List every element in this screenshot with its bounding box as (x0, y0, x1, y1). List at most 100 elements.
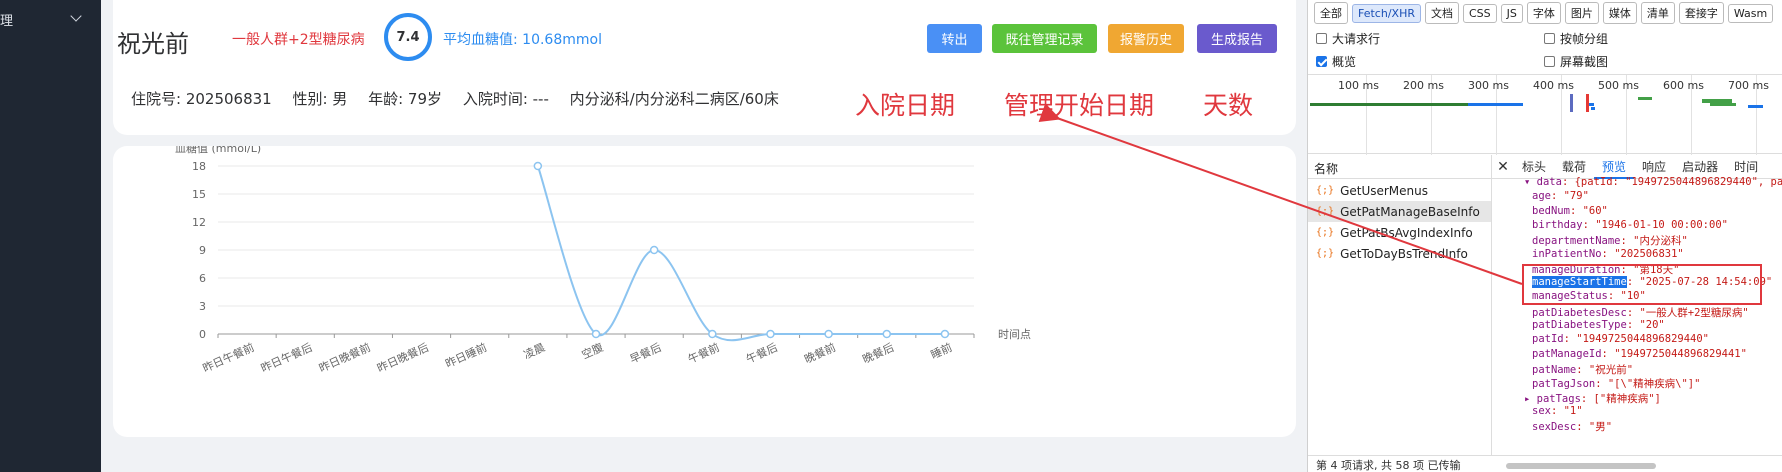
group-by-frame-checkbox[interactable] (1544, 33, 1555, 44)
preview-property[interactable]: patDiabetesDesc: "一般人群+2型糖尿病" (1532, 305, 1749, 320)
property-key: patName (1532, 363, 1577, 376)
timeline-bar (1310, 103, 1468, 106)
property-value: : "60" (1569, 204, 1608, 217)
preview-property[interactable]: inPatientNo: "202506831" (1532, 248, 1684, 260)
horizontal-scrollbar[interactable] (1506, 463, 1656, 469)
detail-tab[interactable]: 标头 (1514, 155, 1554, 179)
alarm-history-button[interactable]: 报警历史 (1108, 24, 1184, 53)
gender: 性别: 男 (292, 90, 348, 108)
option-overview[interactable]: 概览 (1316, 53, 1356, 70)
timeline-label: 400 ms (1533, 79, 1574, 92)
property-value: : "1949725044896829441" (1601, 347, 1747, 360)
series-line (536, 165, 945, 342)
large-rows-label: 大请求行 (1332, 32, 1381, 46)
property-value: : "79" (1550, 190, 1589, 203)
filter-chip[interactable]: 文档 (1424, 2, 1459, 24)
option-large-rows[interactable]: 大请求行 (1316, 30, 1380, 47)
property-key: patDiabetesType (1532, 319, 1627, 331)
request-item[interactable]: {;} GetPatManageBaseInfo (1308, 201, 1491, 222)
data-point (708, 329, 717, 339)
patient-tag: 一般人群+2型糖尿病 (232, 32, 365, 48)
filter-chip[interactable]: 套接字 (1678, 2, 1724, 24)
sidebar-menu-text[interactable]: 理 (0, 10, 13, 29)
option-screenshots[interactable]: 屏幕截图 (1544, 53, 1608, 70)
patient-name: 祝光前 (117, 30, 189, 58)
close-icon[interactable]: ✕ (1492, 159, 1514, 175)
transfer-button[interactable]: 转出 (927, 24, 982, 53)
preview-property[interactable]: patTagJson: "[\"精神疾病\"]" (1532, 376, 1700, 391)
preview-property[interactable]: bedNum: "60" (1532, 205, 1608, 217)
detail-tab[interactable]: 启动器 (1674, 155, 1726, 179)
preview-property[interactable]: birthday: "1946-01-10 00:00:00" (1532, 219, 1728, 231)
detail-tab[interactable]: 预览 (1594, 155, 1635, 179)
data-point (824, 329, 833, 339)
filter-bar: 全部 Fetch/XHR 文档 CSS JS 字体 图片 媒体 清单 套接字 Wasm (1308, 0, 1782, 26)
detail-tab[interactable]: 响应 (1634, 155, 1674, 179)
devtools-panel: 全部 Fetch/XHR 文档 CSS JS 字体 图片 媒体 清单 套接字 Wasm 大请求行 按… (1307, 0, 1782, 472)
filter-chip[interactable]: 全部 (1314, 2, 1348, 24)
preview-property[interactable]: sex: "1" (1532, 405, 1583, 417)
timeline-label: 100 ms (1338, 79, 1379, 92)
age: 年龄: 79岁 (368, 90, 443, 108)
preview-property[interactable]: patDiabetesType: "20" (1532, 319, 1665, 331)
y-tick-label: 9 (199, 244, 206, 257)
data-point (766, 329, 775, 339)
preview-property[interactable]: patId: "1949725044896829440" (1532, 333, 1709, 345)
overview-checkbox[interactable] (1316, 56, 1327, 67)
preview-property[interactable]: patManageId: "1949725044896829441" (1532, 348, 1747, 360)
history-button[interactable]: 既往管理记录 (992, 24, 1097, 53)
preview-property[interactable]: departmentName: "内分泌科" (1532, 233, 1688, 248)
property-key: patId (1532, 333, 1564, 346)
y-tick-label: 3 (199, 300, 206, 313)
group-by-frame-label: 按帧分组 (1560, 32, 1609, 46)
request-list-header[interactable]: 名称 (1308, 155, 1491, 179)
filter-chip[interactable]: 字体 (1526, 2, 1561, 24)
property-value: : "祝光前" (1576, 363, 1634, 376)
hospital-no: 住院号: 202506831 (131, 90, 272, 108)
filter-chip[interactable]: 图片 (1564, 2, 1599, 24)
filter-chip[interactable]: 媒体 (1602, 2, 1637, 24)
request-item[interactable]: {;} GetPatBsAvgIndexInfo (1308, 222, 1491, 243)
property-key: sex (1532, 404, 1551, 417)
y-axis-label: 血糖值 (mmol/L) (175, 146, 261, 155)
x-tick-label: 昨日午餐前 (200, 340, 256, 375)
timeline-label: 700 ms (1728, 79, 1769, 92)
timeline-bar (1586, 94, 1589, 112)
request-item[interactable]: {;} GetToDayBsTrendInfo (1308, 243, 1491, 264)
preview-property[interactable]: ▸ patTags: ["精神疾病"] (1524, 391, 1661, 406)
property-key: birthday (1532, 218, 1583, 231)
preview-property[interactable]: patName: "祝光前" (1532, 362, 1633, 377)
request-name: GetToDayBsTrendInfo (1340, 246, 1468, 261)
detail-tab[interactable]: 载荷 (1554, 155, 1594, 179)
property-key: age (1532, 190, 1551, 203)
timeline-label: 300 ms (1468, 79, 1509, 92)
filter-chip[interactable]: 清单 (1640, 2, 1675, 24)
score-badge: 7.4 (384, 13, 432, 61)
detail-tab[interactable]: 时间 (1726, 155, 1766, 179)
timeline-label: 600 ms (1663, 79, 1704, 92)
admission-time: 入院时间: --- (462, 90, 549, 108)
x-tick-label: 午餐后 (744, 340, 780, 366)
property-value: : ["精神疾病"] (1580, 392, 1661, 405)
network-timeline[interactable]: 100 ms 200 ms 300 ms 400 ms 500 ms 600 ms 700 … (1308, 74, 1782, 155)
large-rows-checkbox[interactable] (1316, 33, 1327, 44)
property-key: patManageId (1532, 347, 1602, 360)
filter-chip[interactable]: CSS (1462, 3, 1497, 23)
generate-report-button[interactable]: 生成报告 (1197, 24, 1277, 53)
y-tick-label: 0 (199, 328, 206, 341)
preview-property[interactable]: ▾ data: {patId: "1949725044896829440", p… (1524, 176, 1782, 188)
request-item[interactable]: {;} GetUserMenus (1308, 180, 1491, 201)
filter-chip[interactable]: JS (1500, 3, 1523, 23)
timeline-label: 500 ms (1598, 79, 1639, 92)
timeline-bar (1591, 107, 1595, 110)
filter-chip[interactable]: Fetch/XHR (1352, 3, 1421, 23)
data-point (591, 329, 601, 339)
chevron-down-icon[interactable] (70, 10, 82, 22)
preview-property[interactable]: age: "79" (1532, 190, 1589, 202)
request-list: {;} GetUserMenus {;} GetPatManageBaseInfo {;… (1308, 180, 1491, 264)
sidebar: 理 (0, 0, 101, 472)
preview-property[interactable]: sexDesc: "男" (1532, 419, 1612, 434)
option-group-by-frame[interactable]: 按帧分组 (1544, 30, 1608, 47)
screenshots-checkbox[interactable] (1544, 56, 1555, 67)
filter-chip[interactable]: Wasm (1727, 3, 1774, 23)
